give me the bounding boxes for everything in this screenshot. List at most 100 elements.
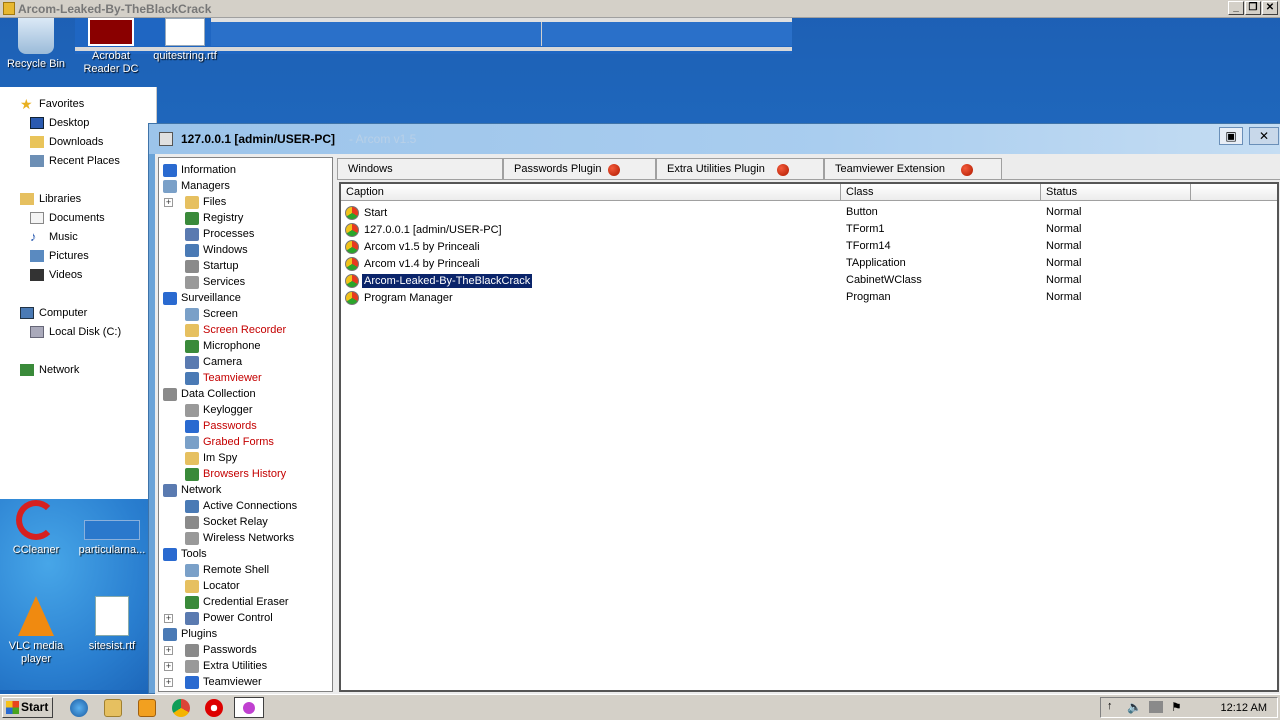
tree-item[interactable]: Information <box>163 162 236 178</box>
tree-item[interactable]: Screen Recorder <box>185 322 286 338</box>
desktop-icon-rtf[interactable]: quitestring.rtf <box>149 18 221 63</box>
active-app-button[interactable] <box>234 697 264 718</box>
expand-toggle[interactable]: + <box>164 198 173 207</box>
tree-item-label: Passwords <box>203 644 257 656</box>
tab-teamviewer-extension[interactable]: Teamviewer Extension <box>824 158 1002 180</box>
tree-item[interactable]: Locator <box>185 578 240 594</box>
tree-item[interactable]: Screen <box>185 306 238 322</box>
tree-item[interactable]: Data Collection <box>163 386 256 402</box>
column-header-caption[interactable]: Caption <box>341 184 841 201</box>
action-center-flag-icon[interactable]: ⚑ <box>1171 700 1182 714</box>
tree-item[interactable]: Wireless Networks <box>185 530 294 546</box>
volume-icon[interactable]: 🔈 <box>1127 700 1142 714</box>
status-cell: Normal <box>1046 223 1082 235</box>
desktop-icon-ccleaner[interactable]: CCleaner <box>0 500 72 557</box>
nav-favorites[interactable]: ★ Favorites <box>20 95 84 113</box>
class-cell: Progman <box>846 291 891 303</box>
tree-item[interactable]: Network <box>163 482 221 498</box>
tree-item[interactable]: Credential Eraser <box>185 594 289 610</box>
tree-item[interactable]: Microphone <box>185 338 260 354</box>
tree-item[interactable]: Camera <box>185 354 242 370</box>
nav-videos[interactable]: Videos <box>30 266 82 284</box>
tree-item[interactable]: Passwords <box>185 418 257 434</box>
desktop-icon-recycle-bin[interactable]: Recycle Bin <box>0 18 72 71</box>
tree-item[interactable]: Plugins <box>163 626 217 642</box>
expand-toggle[interactable]: + <box>164 662 173 671</box>
tree-item[interactable]: Managers <box>163 178 230 194</box>
column-header-class[interactable]: Class <box>841 184 1041 201</box>
table-row[interactable]: 127.0.0.1 [admin/USER-PC] TForm1 Normal <box>343 221 1279 238</box>
table-row[interactable]: Arcom-Leaked-By-TheBlackCrack CabinetWCla… <box>343 272 1279 289</box>
tab-label: Passwords Plugin <box>514 163 602 175</box>
expand-toggle[interactable]: + <box>164 614 173 623</box>
tree-item[interactable]: Tools <box>163 546 207 562</box>
media-player-icon[interactable] <box>138 699 156 717</box>
tree-item[interactable]: Socket Relay <box>185 514 268 530</box>
tree-item[interactable]: Services <box>185 274 245 290</box>
tree-item[interactable]: Startup <box>185 258 238 274</box>
outer-window-titlebar: Arcom-Leaked-By-TheBlackCrack _ ❐ ✕ <box>0 0 1280 18</box>
nav-pictures[interactable]: Pictures <box>30 247 89 265</box>
tree-item[interactable]: Power Control <box>185 610 273 626</box>
show-hidden-icons-icon[interactable]: ↑ <box>1107 700 1113 712</box>
desktop-icon-vlc[interactable]: VLC media player <box>0 596 72 666</box>
tree-item[interactable]: Extra Utilities <box>185 658 267 674</box>
table-row[interactable]: Start Button Normal <box>343 204 1279 221</box>
opera-icon[interactable] <box>205 699 223 717</box>
tree-item[interactable]: Im Spy <box>185 450 237 466</box>
desktop-icon-acrobat[interactable]: Acrobat Reader DC <box>75 18 147 76</box>
desktop-icon-sitesist[interactable]: sitesist.rtf <box>76 596 148 653</box>
tree-item[interactable]: Keylogger <box>185 402 253 418</box>
tree-item[interactable]: Files <box>185 194 226 210</box>
nav-computer[interactable]: Computer <box>20 304 87 322</box>
tree-item[interactable]: Grabed Forms <box>185 434 274 450</box>
network-tray-icon[interactable] <box>1149 701 1163 713</box>
close-button[interactable]: ✕ <box>1249 127 1279 145</box>
explorer-icon[interactable] <box>104 699 122 717</box>
tree-item[interactable]: Passwords <box>185 642 257 658</box>
rat-window: 127.0.0.1 [admin/USER-PC] - Arcom v1.5 ▣… <box>148 123 1280 695</box>
expand-toggle[interactable]: + <box>164 678 173 687</box>
expand-toggle[interactable]: + <box>164 646 173 655</box>
nav-documents[interactable]: Documents <box>30 209 105 227</box>
tab-label: Extra Utilities Plugin <box>667 163 765 175</box>
nav-downloads[interactable]: Downloads <box>30 133 103 151</box>
clock[interactable]: 12:12 AM <box>1221 702 1267 714</box>
restore-button[interactable]: ❐ <box>1245 1 1261 15</box>
minimize-button[interactable]: _ <box>1228 1 1244 15</box>
nav-music[interactable]: ♪ Music <box>30 228 78 246</box>
tree-item[interactable]: Active Connections <box>185 498 297 514</box>
nav-desktop[interactable]: Desktop <box>30 114 89 132</box>
desktop-icon-label: Acrobat Reader DC <box>83 50 139 75</box>
start-button[interactable]: Start <box>2 697 53 718</box>
restore-button[interactable]: ▣ <box>1219 127 1243 145</box>
tree-item[interactable]: Browsers History <box>185 466 286 482</box>
window-menu-icon[interactable] <box>159 132 173 146</box>
table-row[interactable]: Arcom v1.4 by Princeali TApplication Norma… <box>343 255 1279 272</box>
nav-libraries[interactable]: Libraries <box>20 190 81 208</box>
tab-windows[interactable]: Windows <box>337 158 503 180</box>
tab-extra-utilities-plugin[interactable]: Extra Utilities Plugin <box>656 158 824 180</box>
column-header-status[interactable]: Status <box>1041 184 1191 201</box>
tree-item[interactable]: Teamviewer <box>185 370 262 386</box>
tab-passwords-plugin[interactable]: Passwords Plugin <box>503 158 656 180</box>
window-ball-icon <box>345 222 359 237</box>
close-button[interactable]: ✕ <box>1262 1 1278 15</box>
tree-item[interactable]: Processes <box>185 226 254 242</box>
internet-explorer-icon[interactable] <box>70 699 88 717</box>
tree-item[interactable]: Remote Shell <box>185 562 269 578</box>
tree-item[interactable]: Windows <box>185 242 248 258</box>
nav-local-disk[interactable]: Local Disk (C:) <box>30 323 121 341</box>
table-row[interactable]: Arcom v1.5 by Princeali TForm14 Normal <box>343 238 1279 255</box>
chrome-icon[interactable] <box>172 699 190 717</box>
tree-item[interactable]: Surveillance <box>163 290 241 306</box>
nav-network[interactable]: Network <box>20 361 79 379</box>
desktop-icon-particularna[interactable]: particularna... <box>74 500 150 557</box>
tab-strip: Windows Passwords Plugin Extra Utilities… <box>337 156 1280 180</box>
videos-icon <box>30 269 44 281</box>
rat-window-titlebar: 127.0.0.1 [admin/USER-PC] - Arcom v1.5 ▣… <box>149 124 1280 154</box>
nav-recent-places[interactable]: Recent Places <box>30 152 120 170</box>
table-row[interactable]: Program Manager Progman Normal <box>343 289 1279 306</box>
tree-item[interactable]: Registry <box>185 210 243 226</box>
tree-item[interactable]: Teamviewer <box>185 674 262 690</box>
